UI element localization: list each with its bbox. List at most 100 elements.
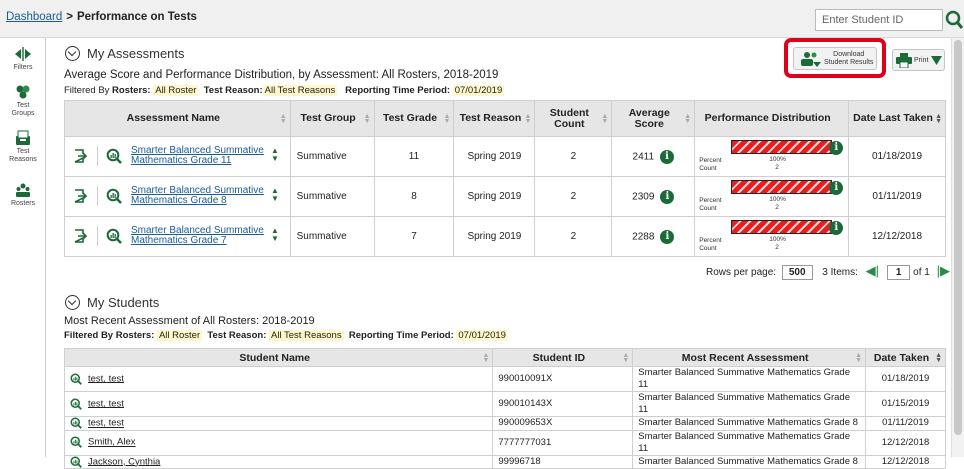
info-icon[interactable]: i (829, 141, 844, 155)
student-count-cell: 2 (534, 176, 613, 217)
search-button[interactable] (945, 9, 964, 31)
info-icon[interactable]: i (660, 189, 675, 204)
sort-icon[interactable]: ▲ ▼ (444, 113, 451, 125)
sort-desc-icon[interactable]: ▲ ▼ (935, 113, 942, 125)
col-test-grade[interactable]: Test Grade ▲ ▼ (373, 100, 455, 137)
col-assessment-name[interactable]: Assessment Name ▲ ▼ (64, 100, 291, 137)
rail-test-groups[interactable]: Test Groups (0, 84, 46, 118)
export-icon[interactable] (73, 189, 87, 203)
sort-icon[interactable]: ▲ ▼ (684, 113, 691, 125)
student-row: Jackson, Cynthia 99996718 Smarter Balanced… (63, 454, 946, 469)
sort-icon[interactable]: ▲ ▼ (622, 352, 629, 364)
sort-desc-icon[interactable]: ▲ ▼ (935, 352, 942, 364)
student-name-link[interactable]: test, test (88, 373, 124, 384)
percent-value: 100% (769, 196, 786, 203)
info-icon[interactable]: i (829, 181, 844, 195)
export-icon[interactable] (73, 149, 87, 163)
average-score-cell: 2309 i (611, 176, 696, 217)
rail-rosters[interactable]: Rosters (0, 182, 46, 208)
students-table: Student Name ▲ ▼ Student ID ▲ ▼ Most Recent … (63, 348, 946, 469)
most-recent-assessment-cell: Smarter Balanced Summative Mathematics G… (632, 366, 867, 392)
student-name-link[interactable]: Smith, Alex (88, 437, 136, 448)
rail-filters[interactable]: Filters (0, 46, 46, 72)
cell-divider (97, 186, 98, 206)
students-header-row: Student Name ▲ ▼ Student ID ▲ ▼ Most Recent … (63, 348, 946, 367)
date-last-taken-cell: 12/12/2018 (848, 216, 946, 257)
col-student-id[interactable]: Student ID ▲ ▼ (492, 348, 634, 367)
col-most-recent-assessment[interactable]: Most Recent Assessment ▲ ▼ (632, 348, 867, 367)
info-icon[interactable]: i (660, 229, 675, 244)
score-report-icon[interactable] (70, 456, 82, 468)
collapse-chevron-icon[interactable] (65, 46, 80, 62)
col-most-recent-assessment-label: Most Recent Assessment (681, 351, 809, 364)
score-report-icon[interactable] (106, 188, 122, 204)
main-content: My Assessments Average Score and Perform… (47, 38, 951, 469)
test-reason-label: Test Reason: (207, 330, 267, 341)
score-report-icon[interactable] (70, 436, 82, 449)
sort-icon[interactable]: ▲ ▼ (524, 113, 531, 125)
collapse-chevron-icon[interactable] (65, 295, 80, 311)
info-icon[interactable]: i (829, 221, 844, 235)
test-reasons-icon (16, 130, 30, 145)
rows-per-page-label: Rows per page: (706, 267, 777, 278)
student-name-link[interactable]: test, test (88, 398, 124, 409)
performance-bar (731, 180, 833, 194)
score-report-icon[interactable] (106, 148, 122, 164)
score-report-icon[interactable] (70, 398, 82, 410)
last-page-icon[interactable]: |▶ (937, 263, 950, 278)
student-id-search-input[interactable] (815, 9, 943, 31)
breadcrumb-dashboard-link[interactable]: Dashboard (6, 11, 62, 23)
rail-test-reasons[interactable]: Test Reasons (0, 130, 46, 164)
sort-icon[interactable]: ▲ ▼ (855, 352, 862, 364)
sort-icon[interactable]: ▲ ▼ (601, 113, 608, 125)
first-page-icon[interactable]: ◀| (866, 263, 879, 278)
col-performance-distribution-label: Performance Distribution (704, 112, 831, 124)
col-student-count[interactable]: Student Count ▲ ▼ (534, 100, 613, 137)
student-row: Smith, Alex 7777777031 Smarter Balanced Su… (63, 429, 946, 456)
reorder-arrows-icon[interactable]: ▲ ▼ (271, 227, 279, 243)
reorder-arrows-icon[interactable]: ▲ ▼ (271, 187, 279, 203)
test-reason-cell: Spring 2019 (453, 216, 536, 257)
my-assessments-heading[interactable]: My Assessments (65, 46, 185, 62)
my-students-heading[interactable]: My Students (65, 295, 159, 311)
print-button[interactable]: Print (892, 49, 945, 71)
search-icon (945, 10, 964, 29)
student-name-link[interactable]: Jackson, Cynthia (88, 456, 160, 467)
sort-icon[interactable]: ▲ ▼ (280, 113, 287, 125)
score-report-icon[interactable] (70, 373, 82, 385)
score-report-icon[interactable] (70, 417, 82, 429)
download-student-results-button[interactable]: Download Student Results (793, 47, 877, 70)
breadcrumb: Dashboard > Performance on Tests (6, 11, 197, 23)
rosters-icon (16, 183, 30, 197)
rows-per-page-select[interactable]: 500 (781, 265, 813, 280)
student-name-link[interactable]: test, test (88, 418, 124, 429)
scrollbar-thumb[interactable] (954, 40, 962, 435)
student-row: test, test 990009653X Smarter Balanced Sum… (63, 416, 946, 431)
col-test-group[interactable]: Test Group ▲ ▼ (289, 100, 375, 137)
export-icon[interactable] (73, 229, 87, 243)
col-student-name[interactable]: Student Name ▲ ▼ (63, 348, 494, 367)
assessment-name-cell: Smarter Balanced Summative Mathematics Gr… (64, 216, 291, 257)
dropdown-arrow-icon[interactable] (931, 56, 942, 65)
rosters-value: All Roster (156, 330, 203, 341)
average-score-value: 2288 (632, 231, 655, 243)
score-report-icon[interactable] (106, 228, 122, 244)
breadcrumb-separator: > (66, 11, 73, 23)
col-date-taken[interactable]: Date Taken ▲ ▼ (865, 348, 946, 367)
assessment-name-link[interactable]: Smarter Balanced Summative Mathematics Gr… (131, 146, 264, 166)
col-average-score[interactable]: Average Score ▲ ▼ (611, 100, 696, 137)
assessment-name-link[interactable]: Smarter Balanced Summative Mathematics Gr… (131, 186, 264, 206)
page-number-input[interactable]: 1 (886, 265, 911, 280)
count-label: Count (699, 245, 717, 252)
info-icon[interactable]: i (660, 149, 675, 164)
sort-icon[interactable]: ▲ ▼ (364, 113, 371, 125)
sort-icon[interactable]: ▲ ▼ (482, 352, 489, 364)
vertical-scrollbar[interactable] (951, 38, 964, 457)
assessment-name-link[interactable]: Smarter Balanced Summative Mathematics Gr… (131, 226, 264, 246)
reorder-arrows-icon[interactable]: ▲ ▼ (271, 147, 279, 163)
reporting-period-value: 07/01/2019 (456, 330, 508, 341)
col-test-reason[interactable]: Test Reason ▲ ▼ (453, 100, 536, 137)
assessment-row: Smarter Balanced Summative Mathematics Gr… (64, 216, 946, 257)
col-date-last-taken[interactable]: Date Last Taken ▲ ▼ (848, 100, 946, 137)
date-taken-cell: 01/15/2019 (865, 391, 946, 417)
